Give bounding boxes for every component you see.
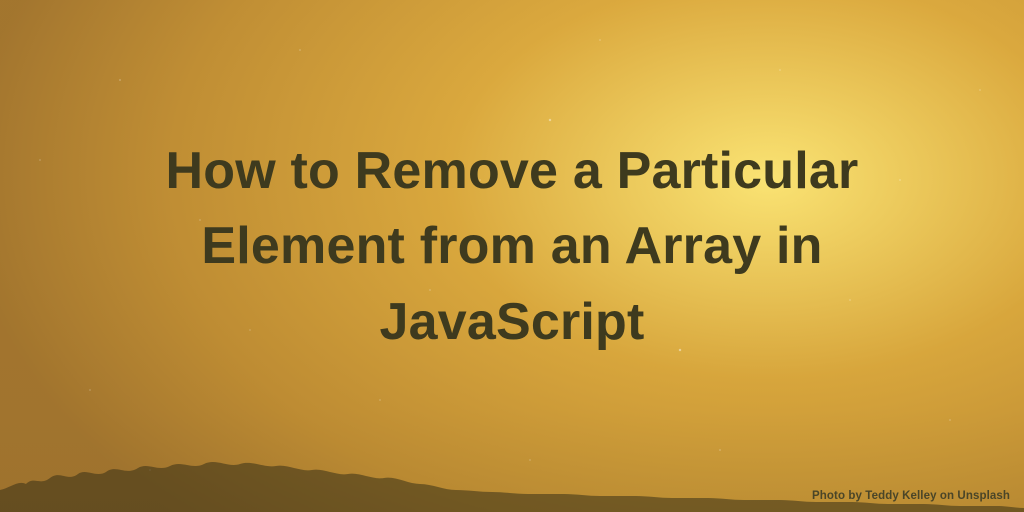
article-title: How to Remove a Particular Element from … xyxy=(72,134,952,360)
photo-credit: Photo by Teddy Kelley on Unsplash xyxy=(812,490,1010,502)
hero-banner: How to Remove a Particular Element from … xyxy=(0,0,1024,512)
